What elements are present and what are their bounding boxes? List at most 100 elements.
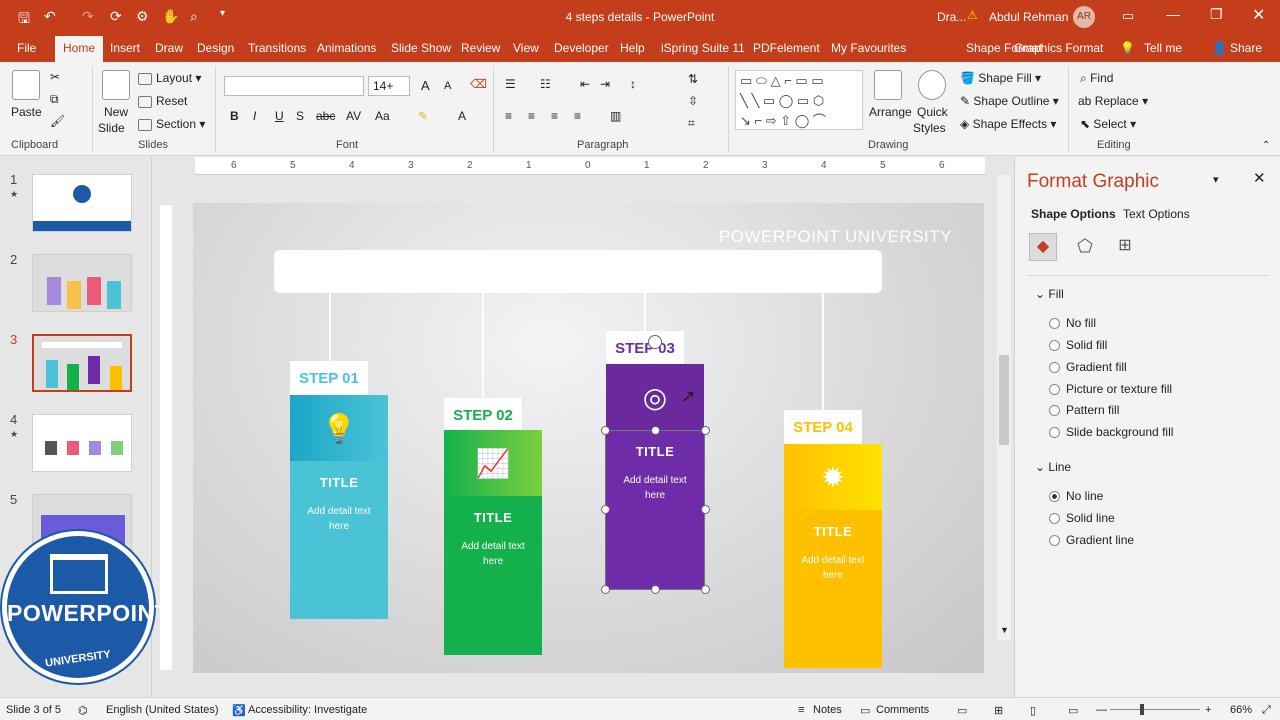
- thumbnail-slide-4[interactable]: [32, 414, 132, 472]
- tab-ispring[interactable]: iSpring Suite 11: [661, 41, 745, 55]
- comments-button[interactable]: Comments: [876, 704, 929, 716]
- language-indicator[interactable]: English (United States): [106, 704, 219, 716]
- fill-option-picture[interactable]: Picture or texture fill: [1049, 382, 1172, 396]
- print-preview-icon[interactable]: ⌕: [190, 8, 198, 25]
- customize-icon[interactable]: ⚙: [136, 8, 149, 25]
- normal-view-icon[interactable]: ▭: [957, 704, 967, 717]
- case-icon[interactable]: Aa: [375, 109, 390, 123]
- zoom-level[interactable]: 66%: [1230, 704, 1252, 716]
- size-properties-icon[interactable]: ⊞: [1111, 233, 1139, 261]
- accessibility-status[interactable]: Accessibility: Investigate: [248, 704, 367, 716]
- fill-option-solid[interactable]: Solid fill: [1049, 338, 1107, 352]
- maximize-icon[interactable]: ❐: [1210, 6, 1223, 23]
- tab-shape-options[interactable]: Shape Options: [1031, 207, 1116, 221]
- step-card[interactable]: 💡 TITLE Add detail text here: [290, 395, 388, 619]
- save-icon[interactable]: 🖫: [18, 8, 30, 32]
- new-slide-button-2[interactable]: Slide: [98, 121, 125, 135]
- tab-my-favourites[interactable]: My Favourites: [831, 41, 906, 55]
- spacing-icon[interactable]: AV: [346, 109, 361, 123]
- strike-icon[interactable]: abc: [316, 109, 335, 123]
- copy-icon[interactable]: ⧉: [50, 92, 59, 107]
- text-direction-icon[interactable]: ⇅: [688, 72, 698, 86]
- step-label[interactable]: STEP 02: [444, 398, 522, 432]
- align-left-icon[interactable]: ≡: [505, 109, 512, 123]
- fit-slide-icon[interactable]: ⤢: [1262, 704, 1271, 717]
- zoom-slider[interactable]: [1110, 709, 1200, 710]
- tab-transitions[interactable]: Transitions: [248, 41, 306, 55]
- share-button[interactable]: Share: [1230, 41, 1262, 55]
- bold-icon[interactable]: B: [230, 109, 239, 123]
- ribbon-display-icon[interactable]: ▭: [1122, 8, 1134, 24]
- clear-format-icon[interactable]: ⌫: [470, 77, 487, 91]
- line-spacing-icon[interactable]: ↕: [630, 77, 636, 91]
- fill-option-no-fill[interactable]: No fill: [1049, 316, 1096, 330]
- tab-graphics-format[interactable]: Graphics Format: [1014, 41, 1103, 55]
- columns-icon[interactable]: ▥: [610, 109, 621, 123]
- resize-handle[interactable]: [601, 505, 610, 514]
- slideshow-icon[interactable]: ▭: [1068, 704, 1078, 717]
- tab-design[interactable]: Design: [197, 41, 234, 55]
- undo-icon[interactable]: ↶: [44, 8, 56, 25]
- arrange-button[interactable]: Arrange: [869, 105, 912, 119]
- fill-line-icon[interactable]: ◆: [1029, 233, 1057, 261]
- shape-outline-button[interactable]: ✎ Shape Outline ▾: [960, 94, 1059, 108]
- tab-file[interactable]: File: [17, 41, 36, 55]
- zoom-in-icon[interactable]: +: [1205, 704, 1211, 716]
- fill-option-slide-bg[interactable]: Slide background fill: [1049, 425, 1173, 439]
- font-name-field[interactable]: [224, 76, 364, 96]
- minimize-icon[interactable]: —: [1166, 6, 1180, 22]
- new-slide-icon[interactable]: [102, 70, 130, 100]
- line-section-header[interactable]: ⌄ Line: [1035, 460, 1071, 474]
- increase-indent-icon[interactable]: ⇥: [600, 77, 610, 91]
- align-right-icon[interactable]: ≡: [551, 109, 558, 123]
- fill-section-header[interactable]: ⌄ Fill: [1035, 287, 1064, 301]
- close-icon[interactable]: ✕: [1252, 5, 1265, 25]
- reset-button[interactable]: Reset: [138, 94, 187, 108]
- tab-animations[interactable]: Animations: [317, 41, 376, 55]
- thumbnail-slide-2[interactable]: [32, 254, 132, 312]
- paste-icon[interactable]: [12, 70, 40, 100]
- font-size-field[interactable]: 14+: [368, 76, 410, 96]
- bullets-icon[interactable]: ☰: [505, 77, 516, 91]
- step-card[interactable]: ✹ TITLE Add detail text here: [784, 444, 882, 668]
- resize-handle[interactable]: [701, 426, 710, 435]
- tab-developer[interactable]: Developer: [554, 41, 609, 55]
- slide-canvas[interactable]: POWERPOINT UNIVERSITY STEP 01 💡 TITLE Ad…: [193, 203, 984, 673]
- redo-icon[interactable]: ↷: [82, 8, 94, 25]
- find-button[interactable]: ⌕ Find: [1080, 71, 1113, 86]
- step-card[interactable]: 📈 TITLE Add detail text here: [444, 430, 542, 655]
- scroll-down-icon[interactable]: ▼: [1000, 625, 1009, 635]
- highlight-icon[interactable]: ✎: [418, 109, 428, 123]
- shape-effects-button[interactable]: ◈ Shape Effects ▾: [960, 117, 1056, 131]
- resize-handle[interactable]: [701, 505, 710, 514]
- resize-handle[interactable]: [701, 585, 710, 594]
- notes-button[interactable]: Notes: [813, 704, 842, 716]
- justify-icon[interactable]: ≡: [574, 109, 581, 123]
- effects-icon[interactable]: ⬠: [1071, 233, 1099, 261]
- cut-icon[interactable]: ✂: [50, 70, 60, 84]
- align-text-icon[interactable]: ⇳: [688, 94, 698, 108]
- line-option-gradient[interactable]: Gradient line: [1049, 533, 1134, 547]
- line-option-solid[interactable]: Solid line: [1049, 511, 1115, 525]
- quick-styles-icon[interactable]: [918, 70, 946, 100]
- slideshow-start-icon[interactable]: ⟳: [110, 8, 122, 25]
- font-color-icon[interactable]: A: [458, 109, 466, 123]
- shadow-icon[interactable]: S: [296, 109, 304, 123]
- user-name[interactable]: Abdul Rehman: [989, 10, 1068, 24]
- arrange-icon[interactable]: [874, 70, 902, 100]
- pane-options-dropdown-icon[interactable]: ▾: [1213, 173, 1219, 186]
- spelling-icon[interactable]: ⌬: [78, 704, 88, 717]
- tab-pdfelement[interactable]: PDFelement: [753, 41, 820, 55]
- header-banner[interactable]: [274, 250, 882, 293]
- zoom-out-icon[interactable]: —: [1096, 704, 1107, 716]
- replace-button[interactable]: ab Replace ▾: [1078, 94, 1148, 108]
- underline-icon[interactable]: U: [275, 109, 284, 123]
- quick-styles-button-2[interactable]: Styles: [913, 121, 946, 135]
- quick-access-dropdown-icon[interactable]: ▾: [220, 8, 225, 19]
- slide-sorter-icon[interactable]: ⊞: [994, 704, 1003, 717]
- tab-slide-show[interactable]: Slide Show: [391, 41, 451, 55]
- zoom-slider-thumb[interactable]: [1140, 704, 1144, 715]
- touch-mode-icon[interactable]: ✋: [162, 8, 179, 25]
- resize-handle[interactable]: [651, 426, 660, 435]
- scroll-thumb[interactable]: [999, 355, 1009, 445]
